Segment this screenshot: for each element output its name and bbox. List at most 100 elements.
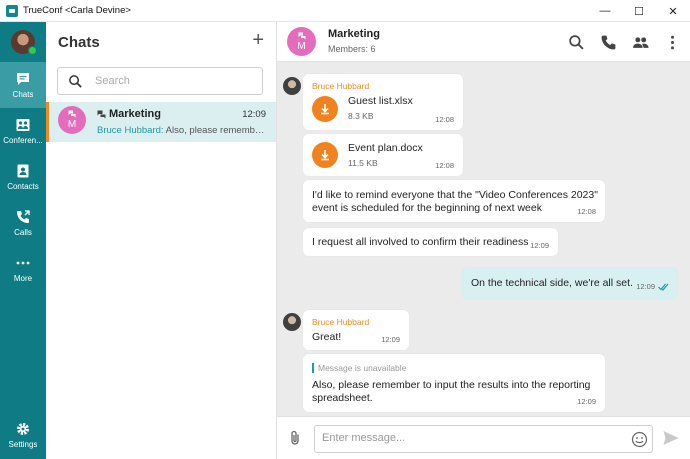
gear-icon (17, 423, 29, 435)
search-icon (568, 34, 584, 50)
new-chat-button[interactable]: + (252, 30, 264, 50)
message-time: 12:08 (577, 207, 596, 216)
message-text-line: spreadsheet. (312, 392, 373, 404)
contacts-icon (17, 164, 29, 178)
download-icon (321, 150, 329, 161)
sender-avatar[interactable] (283, 313, 301, 331)
message-time: 12:09 (381, 335, 400, 344)
download-icon (321, 104, 329, 115)
group-chat-icon (68, 110, 76, 118)
rail-item-label: Conferen... (3, 136, 43, 145)
rail-item-contacts[interactable]: Contacts (0, 154, 46, 200)
message-time: 12:09 (636, 282, 669, 291)
message-file-bubble: Event plan.docx 11.5 KB 12:08 (303, 134, 463, 176)
rail-item-label: Chats (12, 90, 34, 99)
online-status-indicator (28, 46, 37, 55)
message-text: On the technical side, we're all set. (471, 277, 633, 289)
emoji-icon[interactable] (631, 431, 648, 448)
quoted-message[interactable]: Message is unavailable (312, 363, 406, 373)
download-button[interactable] (312, 96, 338, 122)
kebab-menu-icon (670, 35, 674, 49)
message-time: 12:09 (530, 241, 549, 250)
sender-avatar[interactable] (283, 77, 301, 95)
search-box[interactable] (57, 67, 263, 95)
call-button[interactable] (598, 32, 618, 52)
search-icon (69, 74, 82, 88)
chat-list-item-marketing[interactable]: M Marketing 12:09 Bruce Hubbard: Also, p… (46, 102, 276, 142)
file-size: 11.5 KB (348, 158, 378, 168)
message-text: I'd like to remind everyone that the "Vi… (312, 189, 598, 215)
chat-list-title: Chats (58, 34, 100, 51)
message-text-line: Also, please remember to input the resul… (312, 379, 591, 391)
message-bubble: Bruce Hubbard Great! 12:09 (303, 310, 409, 350)
search-messages-button[interactable] (566, 32, 586, 52)
message-bubble: I'd like to remind everyone that the "Vi… (303, 180, 605, 222)
maximize-button[interactable]: ☐ (622, 0, 656, 22)
avatar-letter: M (67, 119, 77, 130)
conference-icon (16, 119, 30, 131)
rail-item-more[interactable]: More (0, 246, 46, 292)
outgoing-message-bubble: On the technical side, we're all set. 12… (462, 268, 678, 299)
message-text: Great! (312, 331, 342, 343)
message-file-bubble: Bruce Hubbard Guest list.xlsx 8.3 KB 12:… (303, 74, 463, 130)
chat-name: Marketing (109, 108, 161, 120)
chat-icon (17, 73, 29, 85)
message-time: 12:08 (435, 161, 454, 170)
read-checkmark-icon (658, 283, 669, 291)
calls-icon (17, 210, 30, 223)
rail-item-label: Contacts (7, 182, 39, 191)
rail-item-settings[interactable]: Settings (0, 412, 46, 458)
message-bubble: I request all involved to confirm their … (303, 228, 558, 256)
file-size: 8.3 KB (348, 111, 374, 121)
preview-text: Also, please remember to input the resul… (165, 125, 267, 136)
message-time: 12:09 (577, 397, 596, 406)
preview-sender: Bruce Hubbard: (97, 125, 164, 136)
message-sender[interactable]: Bruce Hubbard (312, 81, 369, 91)
user-avatar[interactable] (11, 30, 37, 55)
rail-item-conferences[interactable]: Conferen... (0, 108, 46, 154)
chat-preview: Bruce Hubbard: Also, please remember to … (97, 125, 267, 136)
conversation-header: M Marketing Members: 6 (277, 22, 690, 62)
message-input[interactable] (322, 432, 622, 444)
group-avatar: M (58, 106, 86, 134)
minimize-button[interactable]: — (588, 0, 622, 22)
navigation-rail: Chats Conferen... Contacts Calls More Se… (0, 22, 46, 459)
rail-item-label: Settings (8, 440, 38, 449)
message-text: Also, please remember to input the resul… (312, 379, 590, 405)
message-time-text: 12:09 (636, 281, 655, 291)
people-icon (632, 36, 648, 48)
download-button[interactable] (312, 142, 338, 168)
message-composer (277, 416, 690, 459)
chat-time: 12:09 (242, 109, 266, 120)
close-button[interactable]: ✕ (656, 0, 690, 22)
avatar-letter: M (297, 40, 306, 52)
file-name[interactable]: Guest list.xlsx (348, 95, 413, 107)
paperclip-icon[interactable] (286, 429, 304, 447)
trueconf-logo-icon (6, 4, 18, 17)
message-time: 12:08 (435, 115, 454, 124)
search-input[interactable] (95, 75, 245, 87)
conversation-title[interactable]: Marketing (328, 28, 380, 40)
rail-item-calls[interactable]: Calls (0, 200, 46, 246)
group-chat-icon (298, 32, 305, 39)
message-input-box[interactable] (314, 425, 653, 453)
reply-message-bubble: Message is unavailable Also, please reme… (303, 354, 605, 412)
group-chat-icon (97, 110, 106, 118)
more-dots-icon (16, 261, 30, 265)
message-text-line: event is scheduled for the beginning of … (312, 202, 542, 214)
more-options-button[interactable] (662, 32, 682, 52)
rail-item-chats[interactable]: Chats (0, 62, 46, 108)
phone-icon (601, 35, 615, 49)
message-sender[interactable]: Bruce Hubbard (312, 317, 369, 327)
rail-item-label: More (13, 274, 33, 283)
chat-list-panel: Chats + M Marketing 12:09 Bruce Hubbard:… (46, 22, 277, 459)
participants-button[interactable] (630, 32, 650, 52)
conversation-panel: M Marketing Members: 6 Bruce Hubbard Gue… (277, 22, 690, 459)
send-icon[interactable] (662, 429, 680, 447)
group-avatar[interactable]: M (287, 27, 316, 56)
members-count: Members: 6 (328, 44, 376, 54)
message-text-line: I'd like to remind everyone that the "Vi… (312, 189, 598, 201)
file-name[interactable]: Event plan.docx (348, 142, 423, 154)
window-title: TrueConf <Carla Devine> (23, 5, 131, 16)
rail-item-label: Calls (14, 228, 32, 237)
